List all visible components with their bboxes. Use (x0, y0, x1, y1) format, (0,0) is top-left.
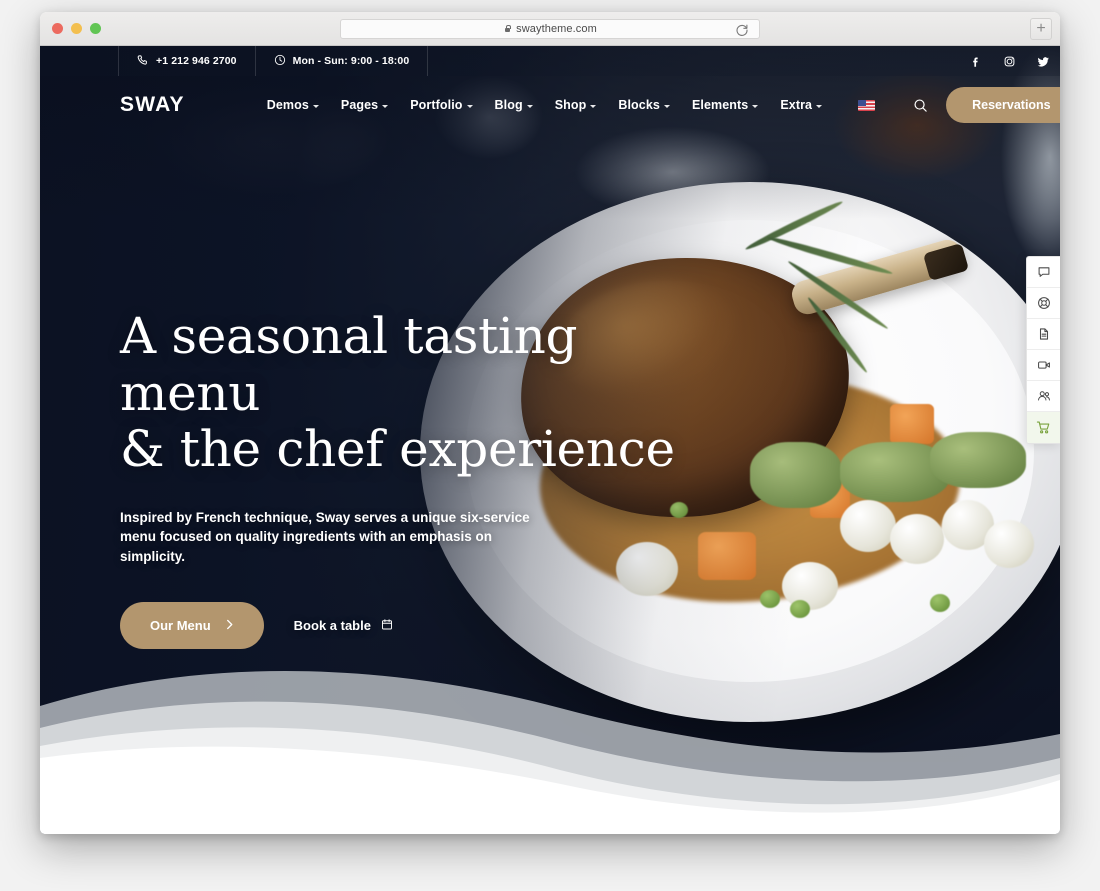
our-menu-button[interactable]: Our Menu (120, 602, 264, 650)
social-links (958, 46, 1060, 76)
facebook-icon[interactable] (958, 46, 992, 76)
chevron-down-icon (382, 104, 389, 108)
window-traffic-lights (52, 23, 101, 34)
chevron-down-icon (312, 104, 319, 108)
nav-menu: Demos Pages Portfolio Blog Shop Blocks E… (267, 98, 928, 113)
book-a-table-button[interactable]: Book a table (294, 618, 393, 634)
nav-right-actions: Reservations (928, 87, 1060, 123)
instagram-icon[interactable] (992, 46, 1026, 76)
chevron-right-icon (225, 618, 234, 633)
phone-icon (137, 54, 149, 69)
nav-item-demos[interactable]: Demos (267, 98, 319, 112)
phone-number: +1 212 946 2700 (156, 55, 237, 67)
address-bar[interactable]: swaytheme.com (340, 18, 760, 39)
browser-window: swaytheme.com + +1 212 946 2700 Mon - Su… (40, 12, 1060, 834)
nav-label: Portfolio (410, 98, 463, 112)
hero-title-line-2: & the chef experience (120, 420, 675, 478)
search-icon[interactable] (913, 98, 928, 113)
chevron-down-icon (816, 104, 823, 108)
nav-label: Blocks (618, 98, 660, 112)
close-window-button[interactable] (52, 23, 63, 34)
nav-item-pages[interactable]: Pages (340, 98, 389, 112)
bottom-wave-decoration (40, 671, 1060, 834)
zoom-window-button[interactable] (90, 23, 101, 34)
page-viewport: +1 212 946 2700 Mon - Sun: 9:00 - 18:00 (40, 46, 1060, 834)
main-navigation: SWAY Demos Pages Portfolio Blog Shop Blo… (40, 76, 1060, 134)
side-dock (1026, 256, 1060, 444)
cart-icon[interactable] (1027, 412, 1060, 443)
us-flag-icon[interactable] (858, 99, 876, 111)
url-text: swaytheme.com (516, 22, 597, 35)
clock-icon (274, 54, 286, 69)
our-menu-label: Our Menu (150, 618, 211, 634)
site-logo[interactable]: SWAY (120, 93, 185, 117)
hero-actions: Our Menu Book a table (120, 602, 680, 650)
nav-item-blocks[interactable]: Blocks (618, 98, 670, 112)
nav-item-blog[interactable]: Blog (495, 98, 533, 112)
nav-item-shop[interactable]: Shop (555, 98, 597, 112)
nav-label: Elements (691, 98, 749, 112)
users-icon[interactable] (1027, 381, 1060, 412)
nav-item-elements[interactable]: Elements (691, 98, 759, 112)
reservations-button[interactable]: Reservations (946, 87, 1060, 123)
opening-hours: Mon - Sun: 9:00 - 18:00 (292, 55, 410, 67)
nav-label: Pages (340, 98, 379, 112)
hero-subtitle: Inspired by French technique, Sway serve… (120, 509, 530, 564)
lock-icon (503, 24, 511, 33)
nav-label: Blog (494, 98, 523, 112)
chevron-down-icon (663, 104, 670, 108)
chevron-down-icon (466, 104, 473, 108)
document-icon[interactable] (1027, 319, 1060, 350)
nav-label: Extra (780, 98, 813, 112)
twitter-icon[interactable] (1026, 46, 1060, 76)
new-tab-button[interactable]: + (1030, 17, 1052, 40)
reload-icon[interactable] (735, 23, 749, 37)
chevron-down-icon (526, 104, 533, 108)
nav-label: Shop (554, 98, 587, 112)
hero-title-line-1: A seasonal tasting menu (120, 307, 578, 422)
support-icon[interactable] (1027, 288, 1060, 319)
calendar-icon (381, 618, 393, 634)
chat-icon[interactable] (1027, 257, 1060, 288)
chevron-down-icon (590, 104, 597, 108)
phone-info[interactable]: +1 212 946 2700 (118, 46, 256, 76)
browser-chrome-bar: swaytheme.com + (40, 12, 1060, 46)
minimize-window-button[interactable] (71, 23, 82, 34)
top-utility-bar: +1 212 946 2700 Mon - Sun: 9:00 - 18:00 (40, 46, 1060, 76)
video-icon[interactable] (1027, 350, 1060, 381)
chevron-down-icon (752, 104, 759, 108)
nav-item-extra[interactable]: Extra (780, 98, 823, 112)
nav-item-portfolio[interactable]: Portfolio (410, 98, 473, 112)
nav-label: Demos (266, 98, 309, 112)
opening-hours-info: Mon - Sun: 9:00 - 18:00 (256, 46, 429, 76)
hero-title: A seasonal tasting menu & the chef exper… (120, 308, 680, 478)
hero-content: A seasonal tasting menu & the chef exper… (120, 308, 680, 650)
book-a-table-label: Book a table (293, 618, 371, 634)
